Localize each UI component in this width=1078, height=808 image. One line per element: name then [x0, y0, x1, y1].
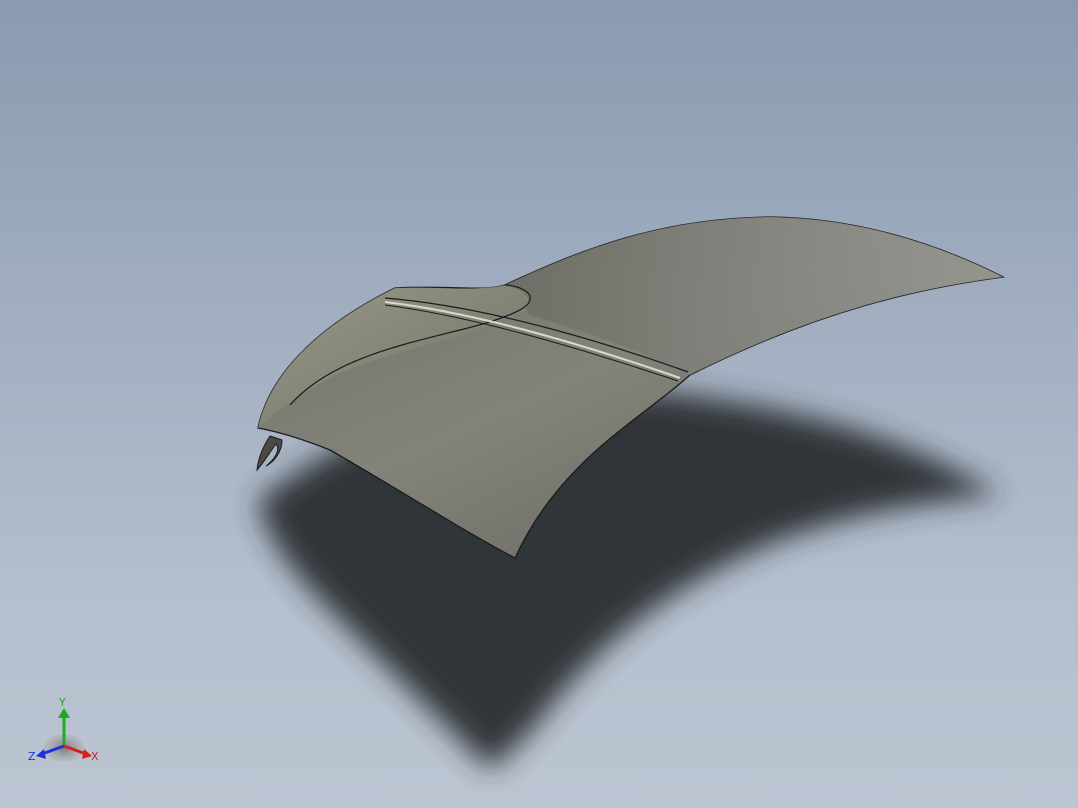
- graphics-area[interactable]: X Y Z: [0, 0, 1078, 808]
- z-axis-label: Z: [28, 750, 36, 763]
- y-arrowhead-icon: [58, 708, 70, 718]
- view-orientation-triad[interactable]: X Y Z: [24, 694, 104, 770]
- y-axis-label: Y: [59, 696, 66, 709]
- x-axis-label: X: [91, 750, 99, 763]
- tip-hook: [256, 435, 283, 472]
- model-scene[interactable]: [0, 0, 1078, 808]
